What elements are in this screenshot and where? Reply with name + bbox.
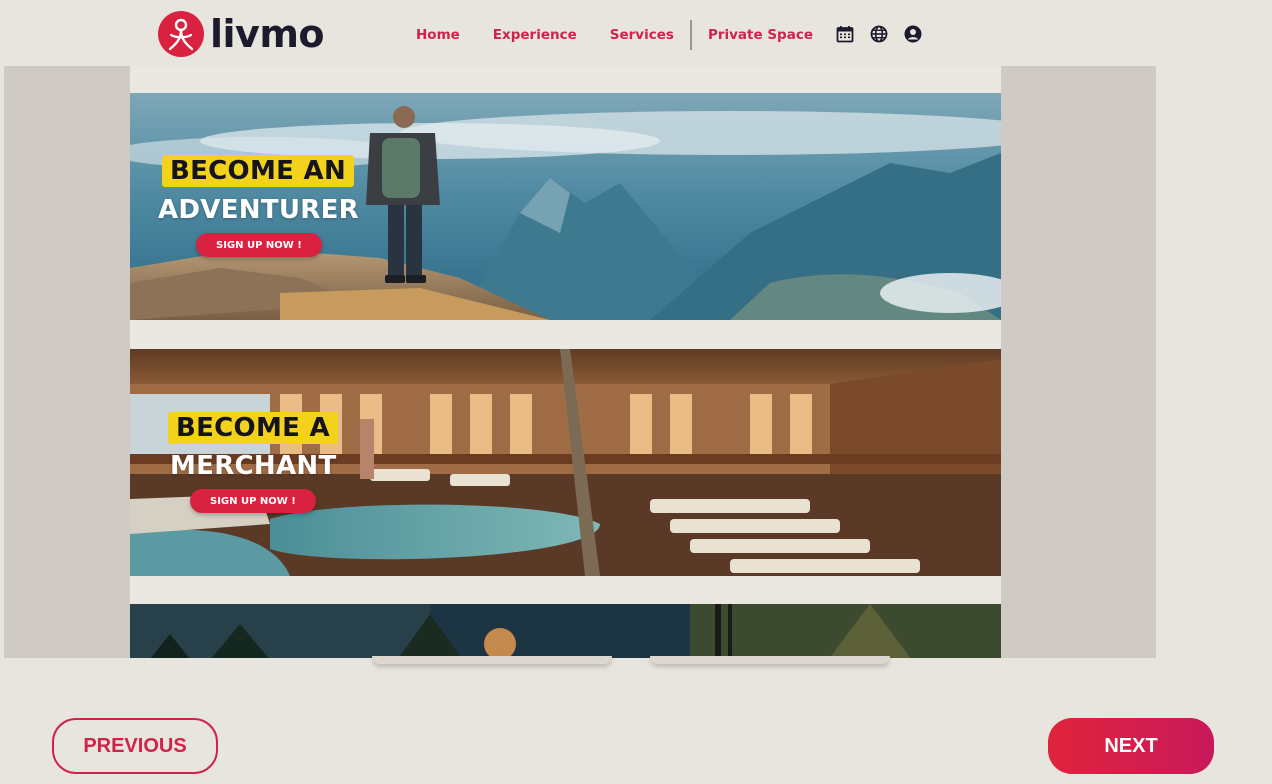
nav-home[interactable]: Home xyxy=(416,27,460,43)
banner-headline-line1: BECOME AN xyxy=(162,155,355,187)
banner-headline-line1: BECOME A xyxy=(168,412,338,444)
logo[interactable]: livmo xyxy=(158,11,325,57)
merchant-signup-button[interactable]: SIGN UP NOW ! xyxy=(190,489,316,513)
site-header: livmo Home Experience Services Private S… xyxy=(0,0,1272,66)
nav-divider xyxy=(689,20,692,50)
user-icon[interactable] xyxy=(903,24,923,44)
calendar-icon[interactable] xyxy=(835,24,855,44)
preview-panel[interactable]: BECOME AN ADVENTURER SIGN UP NOW ! BECOM… xyxy=(4,66,1156,658)
adventurer-signup-button[interactable]: SIGN UP NOW ! xyxy=(196,233,322,257)
page-preview: BECOME AN ADVENTURER SIGN UP NOW ! BECOM… xyxy=(130,66,1001,658)
forest-banner xyxy=(130,604,1001,658)
banner-headline-line2: ADVENTURER xyxy=(158,195,359,225)
main-nav: Home Experience Services Private Space xyxy=(416,20,813,50)
nav-experience[interactable]: Experience xyxy=(493,27,577,43)
card-shadow-left xyxy=(372,656,612,664)
nav-private-space[interactable]: Private Space xyxy=(708,27,813,43)
banner-headline-line2: MERCHANT xyxy=(170,451,337,481)
forest-photo xyxy=(130,604,1001,658)
card-shadow-right xyxy=(650,656,890,664)
next-button[interactable]: NEXT xyxy=(1048,718,1214,774)
adventurer-banner: BECOME AN ADVENTURER SIGN UP NOW ! xyxy=(130,93,1001,320)
logo-text: livmo xyxy=(210,12,325,56)
nav-services[interactable]: Services xyxy=(610,27,674,43)
globe-icon[interactable] xyxy=(869,24,889,44)
logo-pin-icon xyxy=(158,11,204,57)
merchant-banner: BECOME A MERCHANT SIGN UP NOW ! xyxy=(130,349,1001,576)
previous-button[interactable]: PREVIOUS xyxy=(52,718,218,774)
header-icons xyxy=(835,24,923,44)
